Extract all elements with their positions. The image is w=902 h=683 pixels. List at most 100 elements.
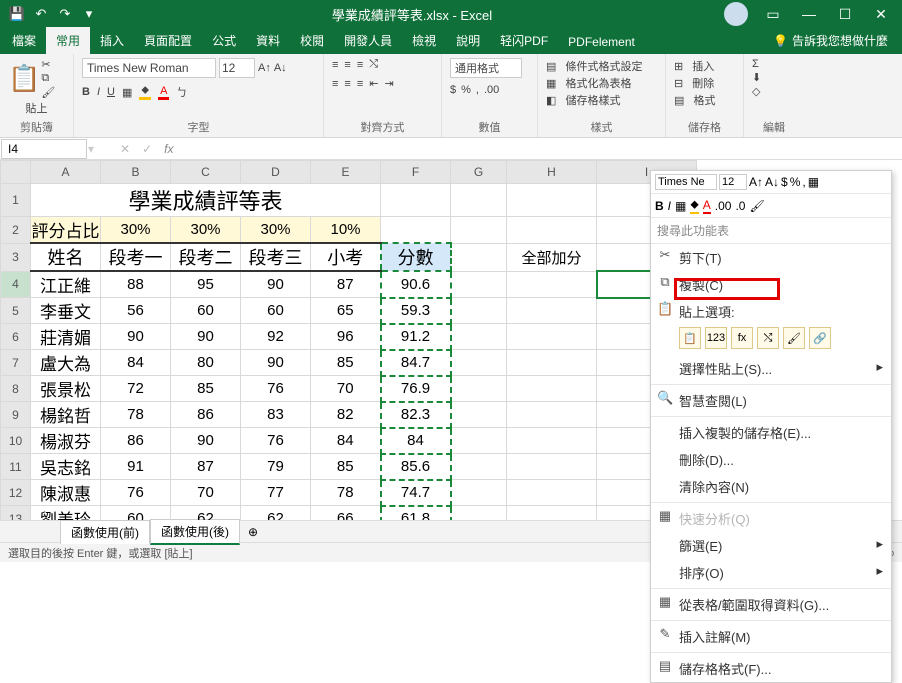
cell[interactable]: 70 bbox=[311, 376, 381, 402]
cell[interactable]: 60 bbox=[101, 506, 171, 521]
row-header[interactable]: 12 bbox=[1, 480, 31, 506]
tablefmt-icon[interactable]: ▦ bbox=[546, 77, 556, 90]
menu-format-cells[interactable]: ▤儲存格格式(F)... bbox=[651, 655, 891, 682]
insert-button[interactable]: 插入 bbox=[692, 58, 714, 74]
tab-pdf2[interactable]: PDFelement bbox=[558, 30, 645, 54]
cell[interactable]: 72 bbox=[101, 376, 171, 402]
menu-smart-lookup[interactable]: 🔍智慧查閱(L) bbox=[651, 387, 891, 414]
percent-icon[interactable]: % bbox=[461, 84, 471, 96]
header-cell[interactable]: 小考 bbox=[311, 243, 381, 271]
comma-icon[interactable]: , bbox=[476, 84, 479, 96]
indent-inc-icon[interactable]: ⇥ bbox=[384, 77, 393, 90]
bold-button[interactable]: B bbox=[82, 86, 90, 98]
fill-color-icon[interactable]: ⬥ bbox=[139, 84, 151, 100]
col-header[interactable]: G bbox=[451, 161, 507, 184]
percent-icon[interactable]: % bbox=[790, 175, 801, 189]
name-box[interactable]: I4 bbox=[1, 139, 87, 159]
paste-icon[interactable]: 📋 bbox=[8, 63, 40, 94]
tab-help[interactable]: 說明 bbox=[446, 27, 490, 54]
col-header[interactable]: B bbox=[101, 161, 171, 184]
select-all[interactable] bbox=[1, 161, 31, 184]
phonetic-icon[interactable]: ㄅ bbox=[176, 84, 187, 100]
align-bot-icon[interactable]: ≡ bbox=[357, 59, 363, 71]
autosum-icon[interactable]: Σ bbox=[752, 58, 759, 70]
font-color-icon[interactable]: A bbox=[703, 198, 711, 214]
ins-icon[interactable]: ⊞ bbox=[674, 60, 683, 73]
cell[interactable]: 77 bbox=[241, 480, 311, 506]
delete-button[interactable]: 刪除 bbox=[692, 75, 714, 91]
enter-entry-icon[interactable]: ✓ bbox=[136, 142, 158, 156]
header-cell[interactable]: 段考一 bbox=[101, 243, 171, 271]
border-icon[interactable]: ▦ bbox=[808, 175, 819, 189]
header-cell[interactable]: 姓名 bbox=[31, 243, 101, 271]
row-header[interactable]: 4 bbox=[1, 271, 31, 298]
paste-opt-transpose[interactable]: ⤭ bbox=[757, 327, 779, 349]
cell[interactable]: 盧大為 bbox=[31, 350, 101, 376]
cell[interactable]: 76 bbox=[241, 376, 311, 402]
cell[interactable]: 90 bbox=[171, 324, 241, 350]
menu-get-data[interactable]: ▦從表格/範圍取得資料(G)... bbox=[651, 591, 891, 618]
col-header[interactable]: A bbox=[31, 161, 101, 184]
cellstyle-icon[interactable]: ◧ bbox=[546, 94, 556, 107]
menu-search[interactable]: 搜尋此功能表 bbox=[651, 218, 891, 244]
cell[interactable]: 78 bbox=[311, 480, 381, 506]
cell[interactable]: 90 bbox=[241, 271, 311, 298]
tell-me[interactable]: 💡告訴我您想做什麼 bbox=[759, 27, 902, 54]
cell[interactable]: 86 bbox=[171, 402, 241, 428]
italic-button[interactable]: I bbox=[97, 86, 100, 98]
ribbon-options-icon[interactable]: ▭ bbox=[756, 6, 790, 23]
tab-home[interactable]: 常用 bbox=[46, 27, 90, 54]
align-mid-icon[interactable]: ≡ bbox=[344, 59, 350, 71]
cell[interactable]: 85 bbox=[311, 454, 381, 480]
row-header[interactable]: 10 bbox=[1, 428, 31, 454]
condfmt-icon[interactable]: ▤ bbox=[546, 60, 556, 73]
cell[interactable]: 30% bbox=[241, 217, 311, 244]
del-icon[interactable]: ⊟ bbox=[674, 77, 683, 90]
cell[interactable]: 95 bbox=[171, 271, 241, 298]
cell[interactable]: 60 bbox=[241, 298, 311, 324]
menu-sort[interactable]: 排序(O)▸ bbox=[651, 559, 891, 586]
inc-dec-icon[interactable]: .00 bbox=[484, 84, 499, 96]
cell[interactable]: 84 bbox=[381, 428, 451, 454]
cell[interactable]: 楊淑芬 bbox=[31, 428, 101, 454]
maximize-icon[interactable]: ☐ bbox=[828, 6, 862, 23]
cell[interactable]: 76 bbox=[101, 480, 171, 506]
format-painter-icon[interactable]: 🖌 bbox=[41, 86, 55, 99]
save-icon[interactable]: 💾 bbox=[6, 6, 28, 22]
cell[interactable]: 96 bbox=[311, 324, 381, 350]
cell[interactable]: 84 bbox=[311, 428, 381, 454]
decrease-font-icon[interactable]: A↓ bbox=[765, 175, 779, 189]
paste-opt-all[interactable]: 📋 bbox=[679, 327, 701, 349]
format-painter-icon[interactable]: 🖌 bbox=[749, 199, 764, 213]
condfmt-button[interactable]: 條件式格式設定 bbox=[565, 58, 642, 74]
tab-data[interactable]: 資料 bbox=[246, 27, 290, 54]
cell[interactable]: 91 bbox=[101, 454, 171, 480]
cell[interactable]: 劉美玲 bbox=[31, 506, 101, 521]
user-avatar[interactable] bbox=[724, 2, 748, 26]
number-format-box[interactable]: 通用格式 bbox=[450, 58, 522, 78]
col-header[interactable]: F bbox=[381, 161, 451, 184]
cell[interactable]: 60 bbox=[171, 298, 241, 324]
cell[interactable]: 65 bbox=[311, 298, 381, 324]
redo-icon[interactable]: ↷ bbox=[54, 6, 76, 22]
increase-font-icon[interactable]: A↑ bbox=[258, 62, 271, 74]
cell[interactable]: 62 bbox=[171, 506, 241, 521]
tab-review[interactable]: 校閱 bbox=[290, 27, 334, 54]
cell[interactable]: 76 bbox=[241, 428, 311, 454]
align-center-icon[interactable]: ≡ bbox=[344, 78, 350, 90]
row-header[interactable]: 11 bbox=[1, 454, 31, 480]
row-header[interactable]: 5 bbox=[1, 298, 31, 324]
menu-cut[interactable]: ✂剪下(T) bbox=[651, 244, 891, 271]
cell[interactable]: 79 bbox=[241, 454, 311, 480]
menu-paste-special[interactable]: 選擇性貼上(S)...▸ bbox=[651, 355, 891, 382]
row-header[interactable]: 3 bbox=[1, 243, 31, 271]
cell[interactable]: 62 bbox=[241, 506, 311, 521]
cell[interactable]: 90 bbox=[101, 324, 171, 350]
mini-size-box[interactable]: 12 bbox=[719, 174, 747, 190]
cell[interactable]: 76.9 bbox=[381, 376, 451, 402]
row-header[interactable]: 6 bbox=[1, 324, 31, 350]
format-button[interactable]: 格式 bbox=[693, 92, 715, 108]
cell[interactable]: 江正維 bbox=[31, 271, 101, 298]
tab-developer[interactable]: 開發人員 bbox=[334, 27, 402, 54]
menu-insert-copied[interactable]: 插入複製的儲存格(E)... bbox=[651, 419, 891, 446]
